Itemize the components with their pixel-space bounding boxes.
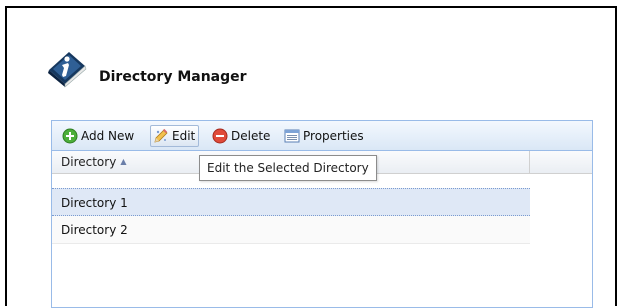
- row-name: Directory 1: [61, 196, 128, 210]
- table-row[interactable]: Directory 2: [52, 216, 530, 244]
- properties-icon: [284, 128, 300, 144]
- pencil-icon: [153, 128, 169, 144]
- delete-button[interactable]: Delete: [209, 125, 274, 147]
- properties-label: Properties: [303, 129, 364, 143]
- edit-label: Edit: [172, 129, 196, 143]
- table-row[interactable]: Directory 1: [52, 188, 530, 216]
- add-circle-icon: [62, 128, 78, 144]
- delete-label: Delete: [231, 129, 271, 143]
- toolbar: Add New Edit Delete Properties: [52, 121, 592, 151]
- column-header-label: Directory: [61, 155, 117, 169]
- tooltip-text: Edit the Selected Directory: [207, 161, 369, 175]
- app-title: Directory Manager: [99, 69, 247, 85]
- add-new-button[interactable]: Add New: [59, 125, 138, 147]
- info-book-icon: [45, 46, 89, 88]
- row-name: Directory 2: [61, 223, 128, 237]
- delete-circle-icon: [212, 128, 228, 144]
- directory-panel: Add New Edit Delete Properties Directory…: [51, 120, 593, 308]
- edit-button[interactable]: Edit: [150, 125, 200, 147]
- properties-button[interactable]: Properties: [281, 125, 368, 147]
- edit-tooltip: Edit the Selected Directory: [199, 155, 377, 181]
- add-new-label: Add New: [81, 129, 135, 143]
- sort-ascending-icon: ▲: [120, 157, 127, 166]
